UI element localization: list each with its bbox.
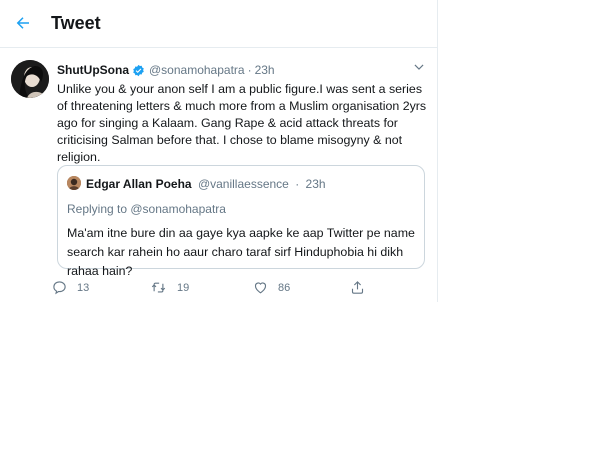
tweet-actions: 13 19 86	[0, 280, 437, 300]
tweet-author: ShutUpSona @sonamohapatra · 23h	[57, 63, 275, 77]
avatar[interactable]	[11, 60, 49, 98]
quoted-author: Edgar Allan Poeha @vanillaessence · 23h	[86, 177, 326, 191]
author-display-name[interactable]: ShutUpSona	[57, 63, 129, 77]
reply-icon	[53, 281, 66, 295]
share-icon	[351, 281, 364, 294]
arrow-left-icon	[16, 17, 29, 29]
page-title: Tweet	[51, 13, 101, 33]
author-handle[interactable]: @sonamohapatra	[149, 63, 245, 77]
reply-button[interactable]: 13	[52, 280, 89, 295]
retweet-count: 19	[177, 281, 190, 294]
share-button[interactable]	[350, 280, 365, 300]
replying-to: Replying to @sonamohapatra	[67, 202, 226, 216]
avatar-image	[11, 60, 49, 98]
page-header: Tweet	[0, 0, 437, 48]
quoted-avatar	[67, 176, 81, 190]
chevron-down-icon[interactable]	[412, 60, 426, 74]
like-button[interactable]: 86	[253, 280, 290, 295]
quoted-separator-dot: ·	[295, 177, 300, 191]
retweet-button[interactable]: 19	[150, 280, 189, 295]
tweet: ShutUpSona @sonamohapatra · 23h Unlike y…	[0, 48, 437, 302]
like-count: 86	[278, 281, 291, 294]
reply-count: 13	[77, 281, 90, 294]
tweet-text: Unlike you & your anon self I am a publi…	[57, 82, 427, 164]
verified-badge-icon	[133, 64, 144, 76]
quoted-handle: @vanillaessence	[197, 177, 289, 191]
separator-dot: ·	[247, 63, 252, 77]
quoted-text: Ma'am itne bure din aa gaye kya aapke ke…	[67, 226, 415, 278]
quoted-timestamp: 23h	[305, 177, 326, 191]
quoted-display-name: Edgar Allan Poeha	[86, 177, 192, 191]
heart-icon	[254, 282, 267, 294]
back-button[interactable]	[10, 10, 36, 36]
tweet-panel: Tweet ShutUpSona @sonamohapatra · 23h Un…	[0, 0, 438, 302]
retweet-icon	[151, 282, 166, 293]
quoted-tweet[interactable]: Edgar Allan Poeha @vanillaessence · 23h …	[57, 165, 425, 278]
tweet-timestamp[interactable]: 23h	[255, 63, 275, 77]
